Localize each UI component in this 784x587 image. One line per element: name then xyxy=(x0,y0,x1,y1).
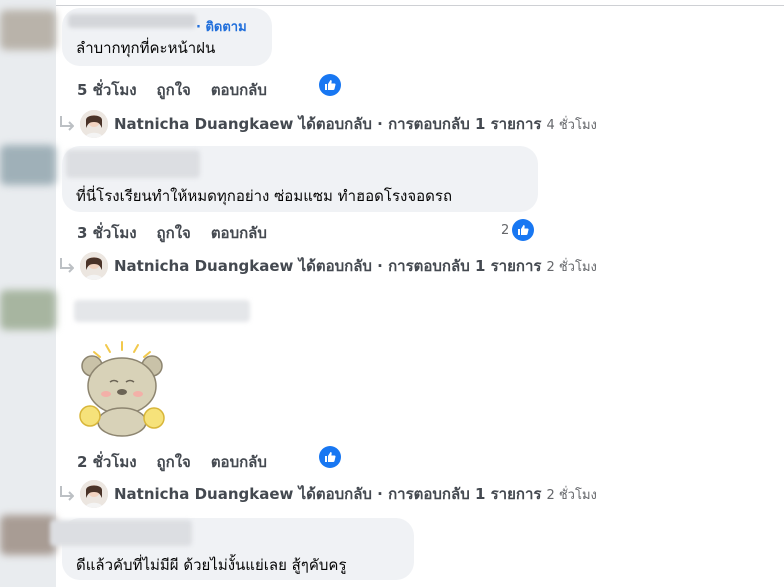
like-button[interactable]: ถูกใจ xyxy=(157,78,191,102)
comment-time[interactable]: 3 ชั่วโมง xyxy=(77,221,137,245)
reply-time: 2 ชั่วโมง xyxy=(546,259,597,275)
commenter-name-blurred[interactable] xyxy=(50,520,192,546)
replies-summary[interactable]: Natnicha Duangkaew ได้ตอบกลับ · การตอบกล… xyxy=(58,480,597,508)
reply-button[interactable]: ตอบกลับ xyxy=(211,78,267,102)
avatar[interactable] xyxy=(80,110,108,138)
reply-button[interactable]: ตอบกลับ xyxy=(211,450,267,474)
comment-text: ที่นี่โรงเรียนทำให้หมดทุกอย่าง ซ่อมแซม ท… xyxy=(76,187,453,205)
reply-button[interactable]: ตอบกลับ xyxy=(211,221,267,245)
comment-actions: 3 ชั่วโมง ถูกใจ ตอบกลับ xyxy=(77,221,267,245)
reply-time: 2 ชั่วโมง xyxy=(546,487,597,503)
follow-link[interactable]: · ติดตาม xyxy=(196,16,247,37)
blurred-avatar xyxy=(0,515,56,555)
reply-summary-text[interactable]: Natnicha Duangkaew ได้ตอบกลับ · การตอบกล… xyxy=(114,112,541,136)
blurred-avatar xyxy=(0,10,56,50)
blurred-avatar xyxy=(0,290,56,330)
replies-summary[interactable]: Natnicha Duangkaew ได้ตอบกลับ · การตอบกล… xyxy=(58,110,597,138)
reply-arrow-icon xyxy=(60,116,74,131)
like-button[interactable]: ถูกใจ xyxy=(157,221,191,245)
comment-time[interactable]: 5 ชั่วโมง xyxy=(77,78,137,102)
avatar[interactable] xyxy=(80,252,108,280)
reply-summary-text[interactable]: Natnicha Duangkaew ได้ตอบกลับ · การตอบกล… xyxy=(114,254,541,278)
comment-time[interactable]: 2 ชั่วโมง xyxy=(77,450,137,474)
like-reaction-icon[interactable] xyxy=(319,74,341,96)
reply-summary-text[interactable]: Natnicha Duangkaew ได้ตอบกลับ · การตอบกล… xyxy=(114,482,541,506)
reply-arrow-icon xyxy=(60,486,74,501)
replies-summary[interactable]: Natnicha Duangkaew ได้ตอบกลับ · การตอบกล… xyxy=(58,252,597,280)
comment-actions: 5 ชั่วโมง ถูกใจ ตอบกลับ xyxy=(77,78,267,102)
commenter-name-blurred[interactable] xyxy=(68,14,196,28)
left-gutter xyxy=(0,0,56,587)
comment-text: ลำบากทุกที่คะหน้าฝน xyxy=(76,39,216,57)
bear-cheer-sticker xyxy=(79,341,165,437)
comment-text: ดีแล้วคับที่ไม่มีผี ด้วยไม่งั้นแย่เลย สู… xyxy=(76,556,347,574)
avatar[interactable] xyxy=(80,480,108,508)
commenter-name-blurred[interactable] xyxy=(66,150,200,178)
reaction-count[interactable]: 2 xyxy=(501,223,509,238)
reply-time: 4 ชั่วโมง xyxy=(546,117,597,133)
like-reaction-icon[interactable] xyxy=(319,446,341,468)
comment-actions: 2 ชั่วโมง ถูกใจ ตอบกลับ xyxy=(77,450,267,474)
commenter-name-blurred[interactable] xyxy=(74,300,250,322)
divider xyxy=(56,5,784,6)
like-button[interactable]: ถูกใจ xyxy=(157,450,191,474)
blurred-avatar xyxy=(0,145,56,185)
like-reaction-icon[interactable] xyxy=(512,219,534,241)
reply-arrow-icon xyxy=(60,258,74,273)
